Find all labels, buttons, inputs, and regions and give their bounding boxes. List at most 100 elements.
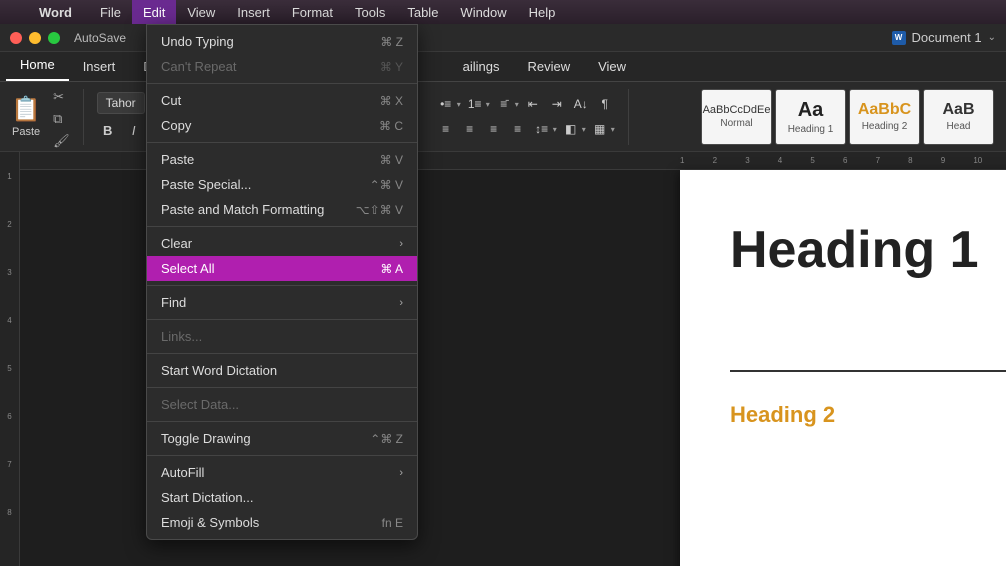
menu-item-label: Select All [161,261,214,276]
menu-format[interactable]: Format [281,0,344,24]
menu-item-clear[interactable]: Clear› [147,231,417,256]
borders-icon[interactable]: ▦ [590,119,610,139]
show-marks-icon[interactable]: ¶ [595,94,615,114]
edit-menu-dropdown: Undo Typing⌘ ZCan't Repeat⌘ YCut⌘ XCopy⌘… [146,24,418,540]
style-preview: AaBbC [858,101,911,119]
vertical-ruler[interactable]: 12345678 [0,152,20,566]
menu-item-cut[interactable]: Cut⌘ X [147,88,417,113]
document-name-text: Document 1 [912,30,982,45]
menu-item-start-dictation[interactable]: Start Dictation... [147,485,417,510]
font-group: Tahor B I [93,92,149,141]
close-window-button[interactable] [10,32,22,44]
menu-item-select-all[interactable]: Select All⌘ A [147,256,417,281]
doc-heading-2[interactable]: Heading 2 [730,402,1006,428]
align-center-icon[interactable]: ≡ [460,119,480,139]
menu-item-label: Paste and Match Formatting [161,202,324,217]
shading-icon[interactable]: ◧ [561,119,581,139]
bold-button[interactable]: B [97,119,119,141]
menu-shortcut: ⌃⌘ V [370,178,403,192]
align-left-icon[interactable]: ≡ [436,119,456,139]
clipboard-small-buttons: ✂ ⧉ 🖌 [49,85,74,149]
multilevel-list-icon[interactable]: ≡̄ [494,94,514,114]
menu-item-toggle-drawing[interactable]: Toggle Drawing⌃⌘ Z [147,426,417,451]
menu-item-autofill[interactable]: AutoFill › [147,460,417,485]
submenu-arrow-icon: › [399,467,403,479]
autosave-label[interactable]: AutoSave [74,31,126,45]
menu-help[interactable]: Help [518,0,567,24]
font-name-select[interactable]: Tahor [97,92,145,114]
menu-view[interactable]: View [176,0,226,24]
cut-icon[interactable]: ✂ [53,89,70,105]
styles-gallery: AaBbCcDdEe Normal Aa Heading 1 AaBbC Hea… [701,89,1000,145]
style-preview: AaB [942,101,974,119]
menu-item-paste-and-match-formatting[interactable]: Paste and Match Formatting ⌥⇧⌘ V [147,197,417,222]
tab-home[interactable]: Home [6,50,69,81]
menu-tools[interactable]: Tools [344,0,396,24]
paragraph-group: •≡▾ 1≡▾ ≡̄▾ ⇤ ⇥ A↓ ¶ ≡ ≡ ≡ ≡ ↕≡▾ ◧▾ ▦▾ [432,94,619,139]
style-preview: AaBbCcDdEe [703,104,771,116]
menu-item-label: Start Word Dictation [161,363,277,378]
menu-item-label: Copy [161,118,191,133]
submenu-arrow-icon: › [399,297,403,309]
menu-item-label: Paste Special... [161,177,251,192]
menu-shortcut: ⌘ Y [380,60,403,74]
tab-view[interactable]: View [584,52,640,81]
menu-item-label: Links... [161,329,202,344]
menu-item-paste-special[interactable]: Paste Special... ⌃⌘ V [147,172,417,197]
menu-shortcut: ⌥⇧⌘ V [356,203,403,217]
document-title[interactable]: W Document 1 ⌄ [892,30,996,45]
increase-indent-icon[interactable]: ⇥ [547,94,567,114]
menu-item-paste[interactable]: Paste⌘ V [147,147,417,172]
style-heading-2[interactable]: AaBbC Heading 2 [849,89,920,145]
document-page[interactable]: Heading 1 Heading 2 [680,170,1006,566]
copy-icon[interactable]: ⧉ [53,111,70,127]
style-preview: Aa [798,99,824,122]
style-normal[interactable]: AaBbCcDdEe Normal [701,89,772,145]
menu-item-emoji-symbols[interactable]: Emoji & Symbolsfn E [147,510,417,535]
menu-item-label: Toggle Drawing [161,431,251,446]
decrease-indent-icon[interactable]: ⇤ [523,94,543,114]
paste-button[interactable]: 📋 Paste [6,96,46,138]
menu-file[interactable]: File [89,0,132,24]
menu-window[interactable]: Window [449,0,517,24]
menu-item-copy[interactable]: Copy⌘ C [147,113,417,138]
tab-review[interactable]: Review [513,52,584,81]
menu-separator [147,421,417,422]
menu-item-start-word-dictation[interactable]: Start Word Dictation [147,358,417,383]
traffic-lights [10,32,60,44]
numbering-icon[interactable]: 1≡ [465,94,485,114]
app-name[interactable]: Word [28,0,83,24]
paste-label: Paste [12,126,40,138]
menu-shortcut: ⌘ Z [380,35,403,49]
line-spacing-icon[interactable]: ↕≡ [532,119,552,139]
tab-mailings[interactable]: ailings [449,52,514,81]
doc-heading-1[interactable]: Heading 1 [730,220,1006,280]
tab-insert[interactable]: Insert [69,52,130,81]
minimize-window-button[interactable] [29,32,41,44]
style-label: Normal [720,118,752,129]
style-heading-3[interactable]: AaB Head [923,89,994,145]
menu-item-label: AutoFill [161,465,204,480]
menu-item-undo-typing[interactable]: Undo Typing⌘ Z [147,29,417,54]
menu-table[interactable]: Table [396,0,449,24]
align-right-icon[interactable]: ≡ [484,119,504,139]
menu-shortcut: ⌘ V [380,153,403,167]
menu-separator [147,142,417,143]
menu-separator [147,353,417,354]
menu-insert[interactable]: Insert [226,0,281,24]
zoom-window-button[interactable] [48,32,60,44]
menu-item-links: Links... [147,324,417,349]
menu-item-find[interactable]: Find› [147,290,417,315]
menu-separator [147,387,417,388]
style-heading-1[interactable]: Aa Heading 1 [775,89,846,145]
style-label: Heading 2 [862,121,908,132]
sort-icon[interactable]: A↓ [571,94,591,114]
justify-icon[interactable]: ≡ [508,119,528,139]
menu-item-select-data: Select Data... [147,392,417,417]
menu-edit[interactable]: Edit [132,0,176,24]
format-painter-icon[interactable]: 🖌 [53,133,70,149]
menu-shortcut: ⌘ X [380,94,403,108]
word-doc-icon: W [892,31,906,45]
bullets-icon[interactable]: •≡ [436,94,456,114]
italic-button[interactable]: I [123,119,145,141]
